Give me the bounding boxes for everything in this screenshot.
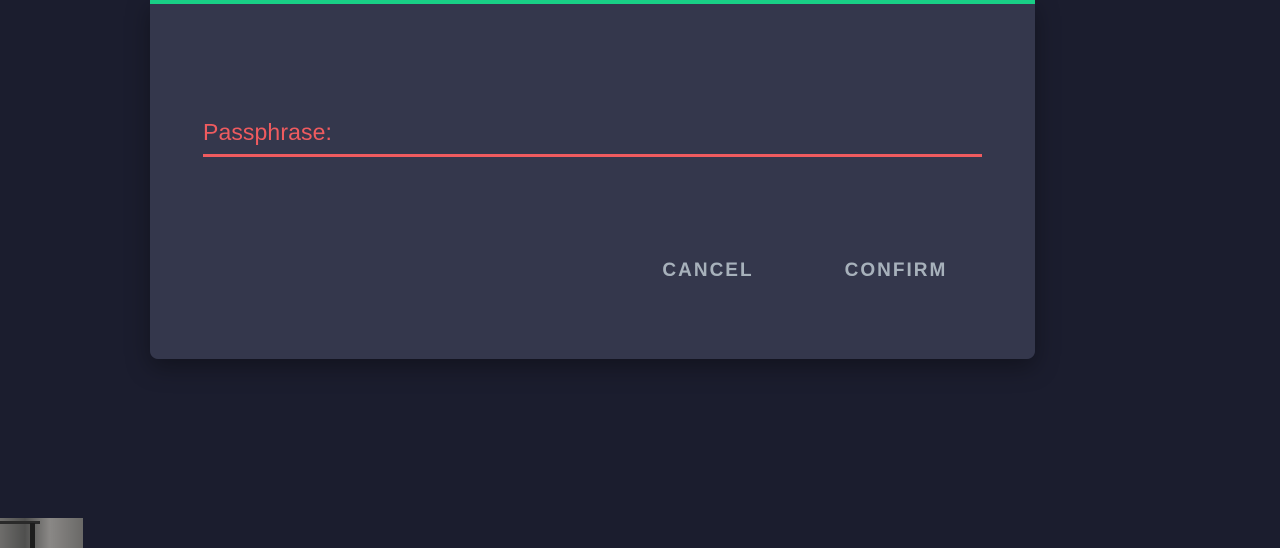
passphrase-dialog: Passphrase: CANCEL CONFIRM [150, 0, 1035, 359]
confirm-button[interactable]: CONFIRM [830, 252, 962, 290]
cancel-button[interactable]: CANCEL [646, 252, 770, 290]
dialog-accent-bar [150, 0, 1035, 4]
passphrase-input[interactable] [203, 112, 982, 154]
thumbnail-detail [30, 523, 35, 548]
passphrase-field[interactable]: Passphrase: [203, 112, 982, 158]
webcam-preview-thumbnail[interactable] [0, 518, 83, 548]
passphrase-underline [203, 154, 982, 157]
